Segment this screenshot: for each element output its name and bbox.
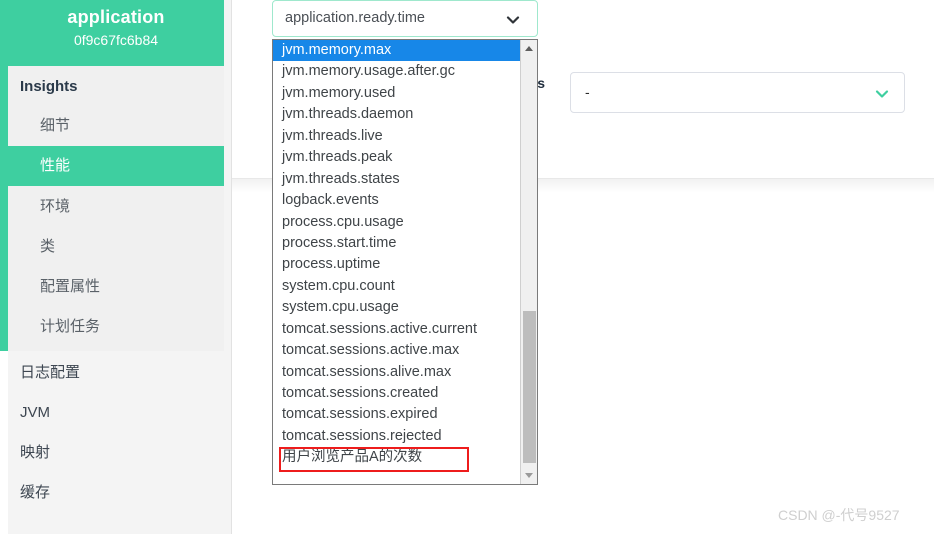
metric-option[interactable]: jvm.threads.states: [273, 169, 521, 190]
metric-select[interactable]: application.ready.time: [272, 0, 538, 37]
metric-option[interactable]: system.cpu.usage: [273, 297, 521, 318]
sidebar-item-details[interactable]: 细节: [8, 106, 224, 146]
metric-option[interactable]: jvm.memory.usage.after.gc: [273, 61, 521, 82]
metric-option[interactable]: tomcat.sessions.alive.max: [273, 362, 521, 383]
metric-select-value: application.ready.time: [285, 10, 425, 26]
sidebar-item-scheduled-tasks[interactable]: 计划任务: [8, 307, 224, 347]
sidebar-app-title: application: [67, 7, 165, 27]
sidebar-item-jvm[interactable]: JVM: [8, 391, 224, 435]
sidebar-item-classes[interactable]: 类: [8, 227, 224, 267]
chevron-down-icon: [875, 90, 889, 98]
sidebar-item-mappings[interactable]: 映射: [8, 431, 224, 475]
metric-option[interactable]: jvm.threads.peak: [273, 147, 521, 168]
triangle-up-icon: [525, 46, 533, 51]
metric-option[interactable]: jvm.memory.used: [273, 83, 521, 104]
metric-option[interactable]: process.cpu.usage: [273, 212, 521, 233]
metric-option[interactable]: 用户浏览产品A的次数: [273, 447, 521, 473]
metric-option[interactable]: tomcat.sessions.rejected: [273, 426, 521, 447]
metric-option[interactable]: jvm.threads.live: [273, 126, 521, 147]
sidebar-accent-strip: [0, 0, 8, 351]
metric-option[interactable]: tomcat.sessions.active.max: [273, 340, 521, 361]
sidebar-item-environment[interactable]: 环境: [8, 187, 224, 227]
metric-option[interactable]: tomcat.sessions.expired: [273, 404, 521, 425]
metric-option[interactable]: process.start.time: [273, 233, 521, 254]
scroll-up-button[interactable]: [521, 40, 537, 57]
triangle-down-icon: [525, 473, 533, 478]
sidebar-instance-id: 0f9c67fc6b84: [73, 32, 159, 48]
metric-option[interactable]: logback.events: [273, 190, 521, 211]
metric-option[interactable]: process.uptime: [273, 254, 521, 275]
metric-option[interactable]: tomcat.sessions.active.current: [273, 319, 521, 340]
sidebar-header: application 0f9c67fc6b84: [8, 0, 224, 66]
sidebar-item-performance[interactable]: 性能: [8, 146, 224, 186]
watermark: CSDN @-代号9527: [778, 507, 900, 523]
metric-option[interactable]: jvm.threads.daemon: [273, 104, 521, 125]
chevron-down-icon: [506, 16, 520, 24]
sidebar-group-insights: Insights 细节 性能 环境 类 配置属性 计划任务: [8, 66, 224, 351]
dropdown-scrollbar[interactable]: [520, 40, 537, 484]
scrollbar-thumb[interactable]: [523, 311, 536, 463]
sidebar-item-log-config[interactable]: 日志配置: [8, 351, 224, 395]
scroll-down-button[interactable]: [521, 467, 537, 484]
sidebar-item-cache[interactable]: 缓存: [8, 471, 224, 515]
metric-option[interactable]: jvm.memory.max: [273, 40, 521, 62]
metric-select-dropdown: jvm.memory.max jvm.memory.usage.after.gc j…: [272, 39, 538, 485]
tag-select-value: -: [585, 84, 590, 100]
sidebar-item-config-props[interactable]: 配置属性: [8, 267, 224, 307]
metric-option-list: jvm.memory.max jvm.memory.usage.after.gc j…: [273, 40, 521, 484]
sidebar-group-title: Insights: [20, 78, 78, 95]
tag-select[interactable]: -: [570, 72, 905, 113]
app-window: ss - application 0f9c67fc6b84 Insights 细…: [0, 0, 934, 534]
metric-option[interactable]: system.cpu.count: [273, 276, 521, 297]
metric-option[interactable]: tomcat.sessions.created: [273, 383, 521, 404]
